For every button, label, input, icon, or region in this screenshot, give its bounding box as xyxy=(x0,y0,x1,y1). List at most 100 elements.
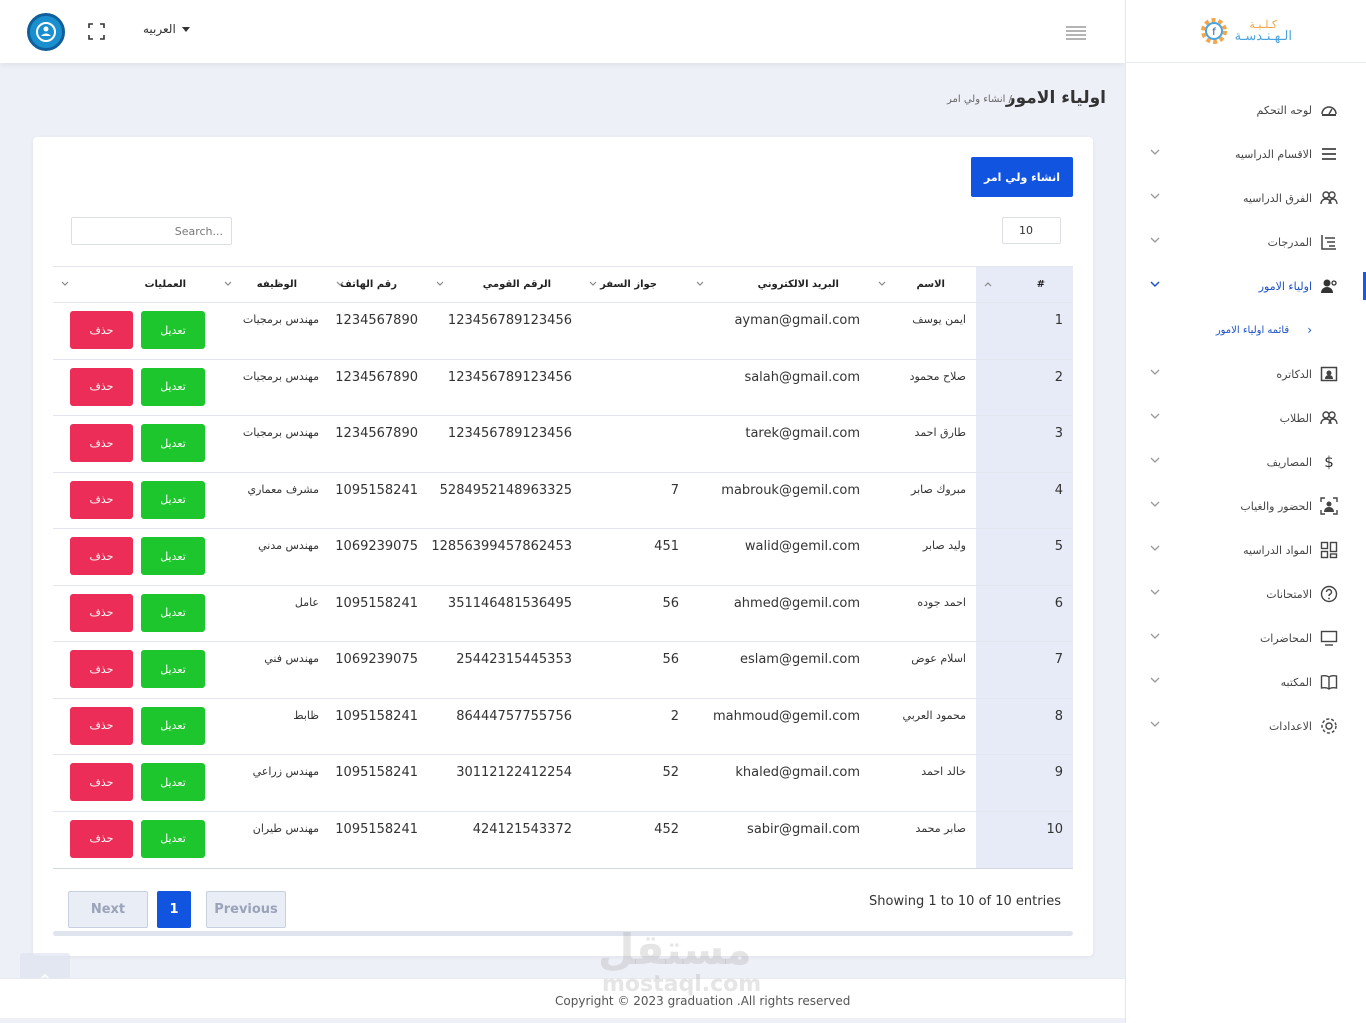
sidebar-item-attendance[interactable]: الحضور والغياب xyxy=(1126,484,1366,528)
table-row: 7 اسلام عوض eslam@gemil.com 56 2544231544535… xyxy=(53,642,1073,699)
logo-area: كـلـيـة الـهـنـدسـة f xyxy=(1126,0,1366,63)
edit-button[interactable]: تعديل xyxy=(141,367,205,406)
chevron-down-icon xyxy=(1150,589,1160,595)
sidebar: كـلـيـة الـهـنـدسـة f لوحه التحكم الاقسا… xyxy=(1125,0,1366,1023)
sort-icon[interactable] xyxy=(696,281,704,287)
delete-button[interactable]: حذف xyxy=(70,763,133,801)
delete-button[interactable]: حذف xyxy=(70,537,133,575)
cell-num: 3 xyxy=(1054,426,1063,441)
sidebar-item-subjects[interactable]: المواد الدراسيه xyxy=(1126,528,1366,572)
sort-icon[interactable] xyxy=(878,281,886,287)
cell-email: ahmed@gemil.com xyxy=(733,595,860,611)
sidebar-item-doctors[interactable]: الدكاتره xyxy=(1126,352,1366,396)
cell-name: صابر محمد xyxy=(915,821,966,835)
delete-button[interactable]: حذف xyxy=(70,819,133,858)
sort-icon[interactable] xyxy=(224,281,232,287)
table-header: # الاسم البريد الالكتروني جواز السفر الر… xyxy=(53,267,1073,303)
cell-job: مهندس زراعي xyxy=(252,765,319,778)
create-parent-button[interactable]: انشاء ولي امر xyxy=(971,157,1073,197)
edit-button[interactable]: تعديل xyxy=(141,593,205,632)
delete-button[interactable]: حذف xyxy=(70,593,133,632)
header-num[interactable]: # xyxy=(1037,267,1045,302)
chevron-down-icon xyxy=(1150,545,1160,551)
sidebar-item-exams[interactable]: الامتحانات xyxy=(1126,572,1366,616)
sidebar-item-settings[interactable]: الاعدادات xyxy=(1126,704,1366,748)
entries-per-page-select[interactable]: 10 xyxy=(1002,217,1061,244)
edit-button[interactable]: تعديل xyxy=(141,311,205,349)
delete-button[interactable]: حذف xyxy=(70,424,133,462)
edit-button[interactable]: تعديل xyxy=(141,706,205,745)
cell-national-id: 351146481536495 xyxy=(447,595,572,611)
sidebar-item-dashboard[interactable]: لوحه التحكم xyxy=(1126,88,1366,132)
sidebar-item-departments[interactable]: الاقسام الدراسيه xyxy=(1126,132,1366,176)
sort-icon[interactable] xyxy=(61,281,69,287)
edit-button[interactable]: تعديل xyxy=(141,819,205,858)
header-national-id[interactable]: الرقم القومي xyxy=(483,267,551,302)
cell-phone: 1095158241 xyxy=(335,821,418,837)
sidebar-item-halls[interactable]: المدرجات xyxy=(1126,220,1366,264)
sidebar-item-label: الحضور والغياب xyxy=(1240,499,1312,513)
table-row: 8 محمود العربي mahmoud@gemil.com 2 864447577… xyxy=(53,698,1073,755)
cell-passport: 52 xyxy=(662,765,679,780)
sidebar-item-lectures[interactable]: المحاضرات xyxy=(1126,616,1366,660)
cell-num: 6 xyxy=(1054,595,1063,611)
header-phone[interactable]: رقم الهاتف xyxy=(340,267,397,302)
sidebar-item-teams[interactable]: الفرق الدراسيه xyxy=(1126,176,1366,220)
sidebar-item-label: المحاضرات xyxy=(1259,631,1312,645)
chevron-down-icon xyxy=(1150,149,1160,155)
sort-icon[interactable] xyxy=(589,281,597,287)
dollar-icon: $ xyxy=(1324,453,1334,471)
page-1-button[interactable]: 1 xyxy=(157,891,191,928)
breadcrumb[interactable]: / انشاء ولي امر xyxy=(947,94,1012,105)
sort-icon[interactable] xyxy=(336,281,344,287)
cell-job: مشرف معماري xyxy=(247,482,319,496)
edit-button[interactable]: تعديل xyxy=(141,763,205,801)
gear-logo-icon: f xyxy=(1200,18,1227,44)
delete-button[interactable]: حذف xyxy=(70,311,133,349)
header-job[interactable]: الوظيفه xyxy=(257,267,297,302)
page-title: اولياء الامور xyxy=(1005,88,1106,108)
person-frame-icon xyxy=(1320,497,1338,515)
header-name[interactable]: الاسم xyxy=(916,267,945,302)
delete-button[interactable]: حذف xyxy=(70,706,133,745)
next-page-button[interactable]: Next xyxy=(68,891,148,928)
faculty-logo[interactable]: كـلـيـة الـهـنـدسـة f xyxy=(1197,14,1292,48)
cell-phone: 1069239075 xyxy=(335,652,418,667)
table-row: 2 صلاح محمود salah@gmail.com 12345678912345… xyxy=(53,359,1073,416)
delete-button[interactable]: حذف xyxy=(70,650,133,688)
cell-name: خالد احمد xyxy=(921,765,966,778)
sidebar-item-students[interactable]: الطلاب xyxy=(1126,396,1366,440)
header-actions[interactable]: العمليات xyxy=(145,267,187,302)
header-email[interactable]: البريد الالكتروني xyxy=(758,267,839,302)
monitor-icon xyxy=(1320,630,1338,646)
delete-button[interactable]: حذف xyxy=(70,480,133,519)
edit-button[interactable]: تعديل xyxy=(141,650,205,688)
watermark-arabic: مستقل xyxy=(598,925,752,974)
search-input[interactable] xyxy=(71,217,232,245)
sidebar-item-label: اولياء الامور xyxy=(1258,279,1312,293)
dashboard-icon xyxy=(1321,106,1337,116)
menu-toggle-icon[interactable] xyxy=(1065,25,1087,41)
users-icon xyxy=(1320,191,1338,205)
language-dropdown[interactable]: العربيه xyxy=(143,22,190,36)
edit-button[interactable]: تعديل xyxy=(141,480,205,519)
chevron-down-icon xyxy=(1150,281,1160,288)
sidebar-subitem-parents-list[interactable]: قائمه اولياء الامور › xyxy=(1126,308,1366,352)
sidebar-item-fees[interactable]: المصاريف $ xyxy=(1126,440,1366,484)
delete-button[interactable]: حذف xyxy=(70,367,133,406)
sort-asc-icon[interactable] xyxy=(984,281,992,287)
cell-job: مهندس مدني xyxy=(258,539,319,552)
sidebar-item-parents[interactable]: اولياء الامور xyxy=(1126,264,1366,308)
cell-national-id: 123456789123456 xyxy=(447,426,572,441)
fullscreen-icon[interactable] xyxy=(88,23,105,40)
sort-icon[interactable] xyxy=(436,281,444,287)
edit-button[interactable]: تعديل xyxy=(141,424,205,462)
previous-page-button[interactable]: Previous xyxy=(206,891,286,928)
user-avatar[interactable] xyxy=(27,13,65,51)
sidebar-item-library[interactable]: المكتبه xyxy=(1126,660,1366,704)
horizontal-scrollbar[interactable] xyxy=(53,931,1073,936)
sidebar-subitem-label: قائمه اولياء الامور xyxy=(1215,324,1290,336)
header-passport[interactable]: جواز السفر xyxy=(600,267,657,302)
cell-job: عامل xyxy=(294,595,319,609)
edit-button[interactable]: تعديل xyxy=(141,537,205,575)
